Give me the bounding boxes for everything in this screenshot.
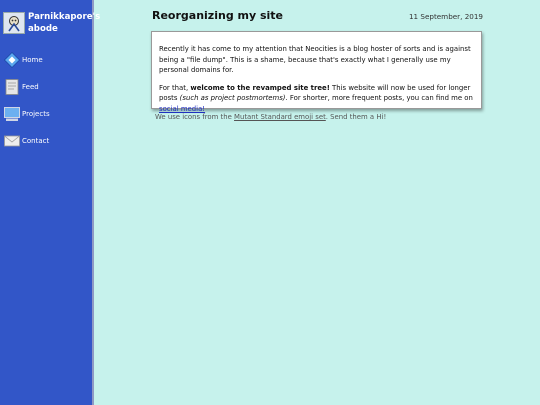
post-date: 11 September, 2019 [408,12,483,21]
site-logo-icon [3,12,25,34]
nav-label-projects: Projects [22,110,50,118]
computer-icon [3,106,20,122]
post-paragraph-2: For that, welcome to the revamped site t… [159,83,473,115]
site-name-line2: abode [28,23,58,34]
site-name-line1: Parnikkapore's [28,12,101,22]
document-icon [3,79,20,95]
nav-item-contact[interactable]: Contact [3,133,49,149]
p2-bold: welcome to the revamped site tree! [190,83,330,92]
nav-item-projects[interactable]: Projects [3,106,50,122]
sidebar: Parnikkapore's abode Home Feed Projects … [0,0,101,405]
post-paragraph-1: Recently it has come to my attention tha… [159,45,471,74]
p2-lead: For that, [159,83,191,92]
post-card: Recently it has come to my attention tha… [151,31,482,113]
social-media-link[interactable]: social media! [159,105,205,113]
mutant-standard-link[interactable]: Mutant Standard emoji set [234,113,326,121]
nav-item-feed[interactable]: Feed [3,79,39,95]
footer-note: We use icons from the Mutant Standard em… [155,113,386,121]
p2-tail: . For shorter, more frequent posts, you … [285,94,473,102]
p2-italic: (such as project postmortems) [179,94,286,102]
footer-lead: We use icons from the [155,113,235,121]
site-name: Parnikkapore's abode [28,12,101,35]
nav-label-contact: Contact [22,137,50,145]
home-diamond-icon [3,52,20,68]
nav-label-feed: Feed [22,83,39,91]
nav-item-home[interactable]: Home [3,52,43,68]
post-title: Reorganizing my site [152,9,284,22]
footer-tail: . Send them a Hi! [325,113,387,121]
nav-label-home: Home [22,56,43,64]
envelope-icon [3,133,20,149]
site-brand[interactable]: Parnikkapore's abode [3,12,101,35]
